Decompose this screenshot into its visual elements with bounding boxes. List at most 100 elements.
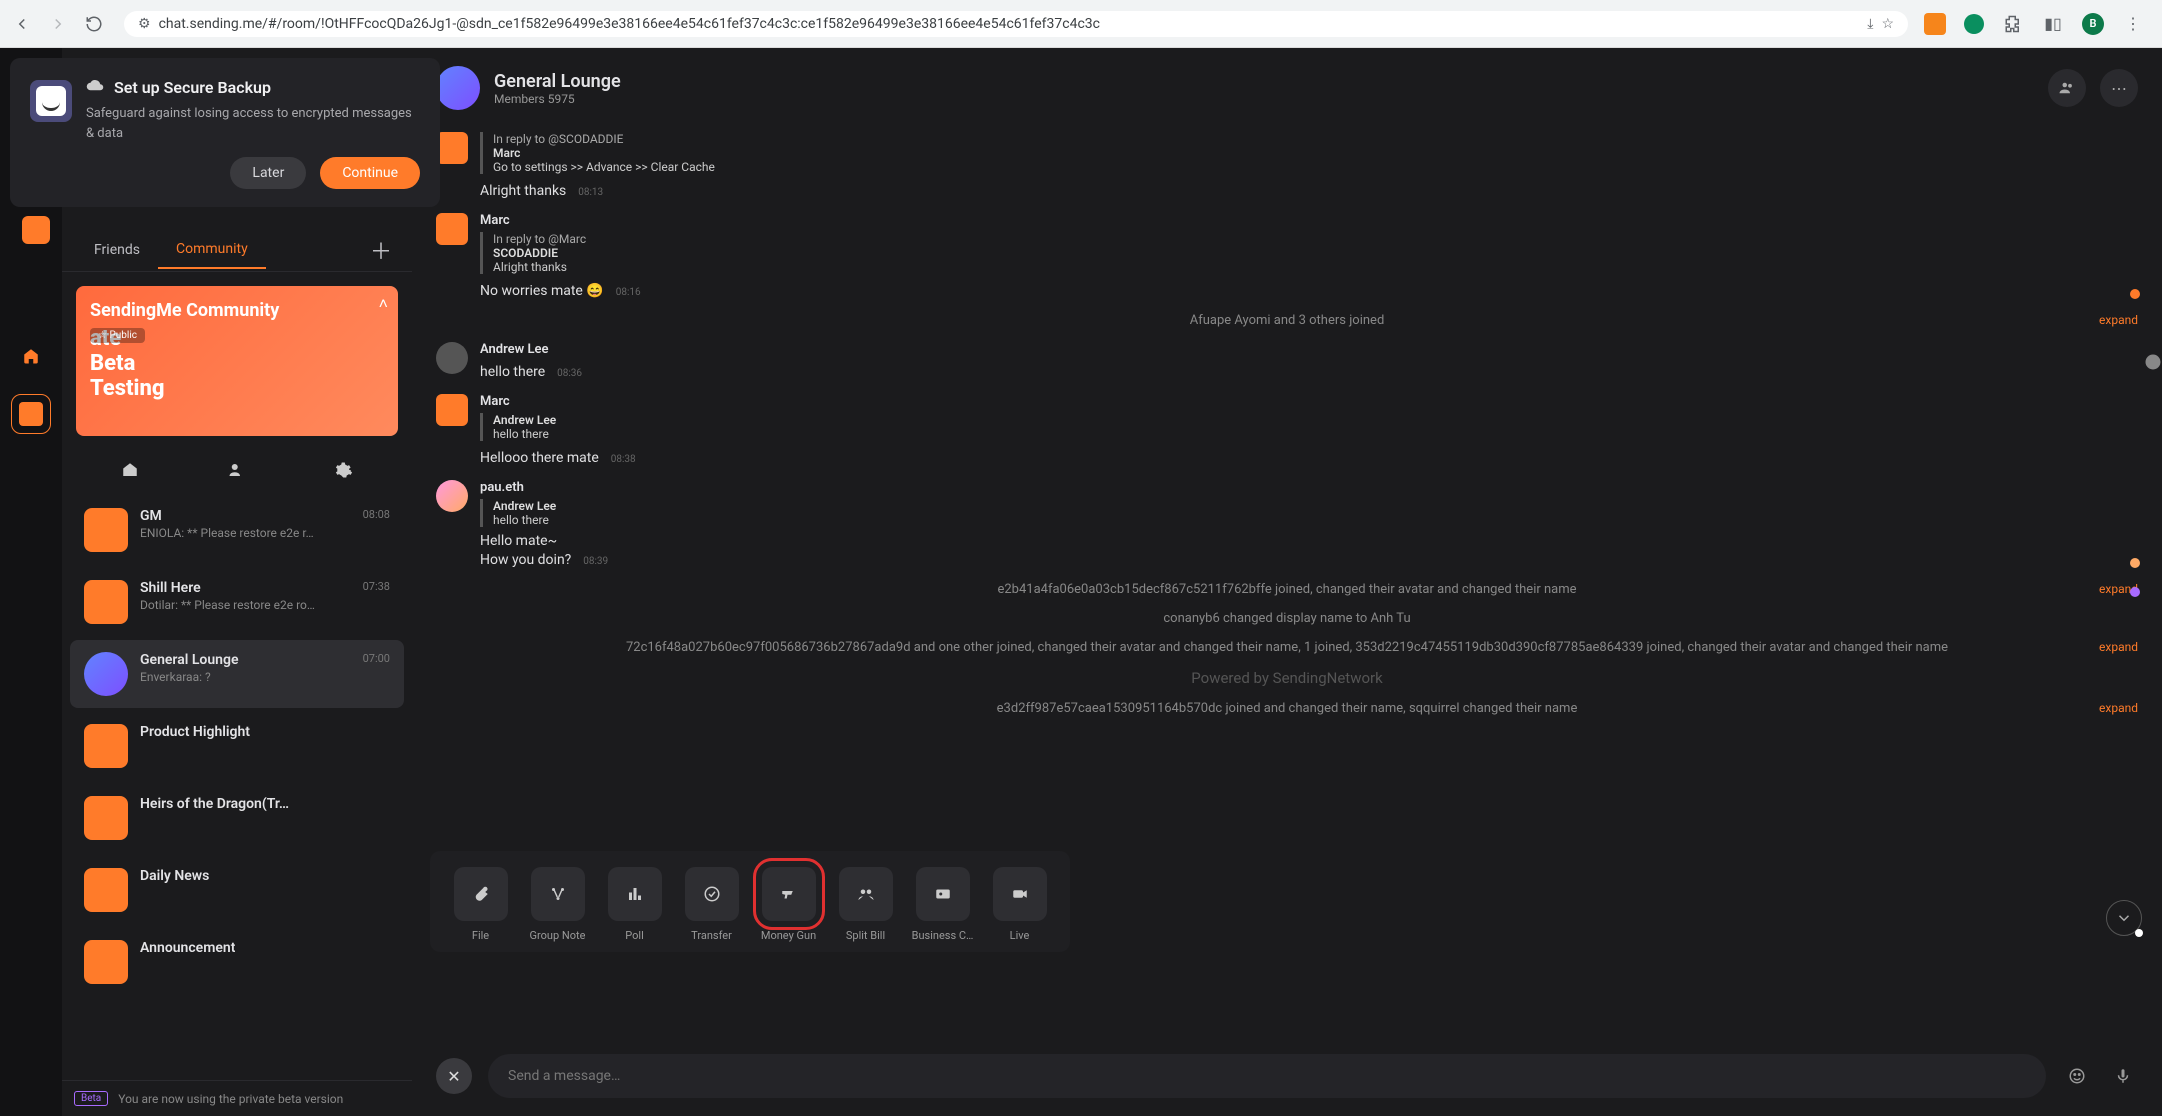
- event-marker-icon: [2130, 558, 2140, 568]
- room-daily-news[interactable]: Daily News: [70, 856, 404, 924]
- message-input[interactable]: Send a message…: [488, 1054, 2046, 1098]
- attach-transfer[interactable]: Transfer: [673, 867, 750, 942]
- modal-avatar: [30, 80, 72, 122]
- voice-button[interactable]: [2108, 1061, 2138, 1091]
- rail-community-icon[interactable]: [11, 394, 51, 434]
- banner-settings-icon[interactable]: [332, 458, 356, 482]
- room-heirs-of-dragon[interactable]: Heirs of the Dragon(Tr…: [70, 784, 404, 852]
- add-community-button[interactable]: ＋: [370, 234, 398, 266]
- room-general-lounge[interactable]: General Lounge07:00 Enverkaraa: ?: [70, 640, 404, 708]
- split-bill-icon: [839, 867, 893, 921]
- attachment-panel: File Group Note Poll Transfer Money Gun: [430, 851, 1070, 952]
- metamask-extension-icon[interactable]: [1924, 13, 1946, 35]
- system-event: conanyb6 changed display name to Anh Tu: [436, 611, 2138, 626]
- room-shill-here[interactable]: Shill Here07:38 Dotilar: ** Please resto…: [70, 568, 404, 636]
- msg-avatar[interactable]: [436, 480, 468, 512]
- beta-bar: Beta You are now using the private beta …: [62, 1080, 412, 1116]
- bookmark-icon[interactable]: ☆: [1881, 16, 1894, 32]
- browser-toolbar: ⚙ chat.sending.me/#/room/!OtHFFcocQDa26J…: [0, 0, 2162, 48]
- system-event: e3d2ff987e57caea1530951164b570dc joined …: [436, 701, 2138, 716]
- room-avatar: [84, 940, 128, 984]
- business-card-icon: [916, 867, 970, 921]
- more-button[interactable]: ⋯: [2100, 69, 2138, 107]
- room-avatar: [84, 580, 128, 624]
- room-avatar: [84, 652, 128, 696]
- expand-button[interactable]: expand: [2099, 313, 2138, 327]
- room-avatar: [84, 724, 128, 768]
- reload-button[interactable]: [80, 10, 108, 38]
- emoji-button[interactable]: [2062, 1061, 2092, 1091]
- attach-file[interactable]: File: [442, 867, 519, 942]
- sidebar-tabs: Friends Community ＋: [62, 228, 412, 272]
- room-list[interactable]: GM08:08 ENIOLA: ** Please restore e2e r……: [62, 492, 412, 1080]
- tab-friends[interactable]: Friends: [76, 232, 158, 268]
- room-avatar: [84, 508, 128, 552]
- sidebar: Friends Community ＋ ˄ SendingMe Communit…: [62, 48, 412, 1116]
- room-gm[interactable]: GM08:08 ENIOLA: ** Please restore e2e r…: [70, 496, 404, 564]
- app-logo-icon: [22, 216, 50, 244]
- attach-group-note[interactable]: Group Note: [519, 867, 596, 942]
- browser-menu-icon[interactable]: ⋮: [2122, 13, 2144, 35]
- room-avatar: [84, 796, 128, 840]
- system-event: e2b41a4fa06e0a03cb15decf867c5211f762bffe…: [436, 582, 2138, 597]
- cloud-icon: [86, 76, 104, 98]
- system-event: Afuape Ayomi and 3 others joined expand: [436, 313, 2138, 328]
- poll-icon: [608, 867, 662, 921]
- msg-avatar[interactable]: [436, 213, 468, 245]
- url-bar[interactable]: ⚙ chat.sending.me/#/room/!OtHFFcocQDa26J…: [124, 11, 1908, 37]
- modal-text: Safeguard against losing access to encry…: [86, 104, 420, 143]
- attach-split-bill[interactable]: Split Bill: [827, 867, 904, 942]
- expand-button[interactable]: expand: [2099, 701, 2138, 715]
- later-button[interactable]: Later: [230, 157, 306, 189]
- attach-business-card[interactable]: Business C…: [904, 867, 981, 942]
- banner-home-icon[interactable]: [118, 458, 142, 482]
- close-attachment-button[interactable]: ✕: [436, 1058, 472, 1094]
- event-marker-icon: [2130, 289, 2140, 299]
- grammarly-extension-icon[interactable]: [1964, 14, 1984, 34]
- beta-badge: Beta: [74, 1091, 108, 1106]
- chat-messages[interactable]: In reply to @SCODADDIE Marc Go to settin…: [412, 128, 2162, 1036]
- community-banner[interactable]: ˄ SendingMe Community ☆ Public ate Beta …: [76, 286, 398, 436]
- file-icon: [454, 867, 508, 921]
- scroll-to-bottom-button[interactable]: [2106, 900, 2142, 936]
- msg-avatar[interactable]: [436, 342, 468, 374]
- site-info-icon[interactable]: ⚙: [138, 16, 151, 32]
- chat-header: General Lounge Members 5975 ⋯: [412, 48, 2162, 128]
- beta-text: You are now using the private beta versi…: [118, 1092, 343, 1106]
- powered-by-text: Powered by SendingNetwork: [436, 669, 2138, 687]
- expand-button[interactable]: expand: [2099, 640, 2138, 654]
- live-icon: [993, 867, 1047, 921]
- event-marker-icon: [2130, 587, 2140, 597]
- room-announcement[interactable]: Announcement: [70, 928, 404, 996]
- url-text: chat.sending.me/#/room/!OtHFFcocQDa26Jg1…: [159, 16, 1100, 32]
- tab-community[interactable]: Community: [158, 231, 266, 269]
- attach-poll[interactable]: Poll: [596, 867, 673, 942]
- money-gun-icon: [762, 867, 816, 921]
- sidepanel-icon[interactable]: ▮▯: [2042, 13, 2064, 35]
- back-button[interactable]: [8, 10, 36, 38]
- members-button[interactable]: [2048, 69, 2086, 107]
- left-rail: [0, 48, 62, 1116]
- continue-button[interactable]: Continue: [320, 157, 420, 189]
- forward-button[interactable]: [44, 10, 72, 38]
- extensions-icon[interactable]: [2002, 13, 2024, 35]
- compose-bar: ✕ Send a message…: [412, 1036, 2162, 1116]
- attach-live[interactable]: Live: [981, 867, 1058, 942]
- room-header-avatar[interactable]: [436, 66, 480, 110]
- group-note-icon: [531, 867, 585, 921]
- banner-collapse-icon[interactable]: ˄: [379, 294, 388, 314]
- room-members-count: Members 5975: [494, 92, 621, 106]
- system-event: 72c16f48a027b60ec97f005686736b27867ada9d…: [436, 640, 2138, 655]
- msg-avatar[interactable]: [436, 132, 468, 164]
- rail-home-icon[interactable]: [11, 336, 51, 376]
- browser-profile-icon[interactable]: B: [2082, 13, 2104, 35]
- msg-avatar[interactable]: [436, 394, 468, 426]
- install-app-icon[interactable]: ⤓: [1867, 16, 1873, 32]
- secure-backup-modal: Set up Secure Backup Safeguard against l…: [10, 58, 440, 207]
- attach-money-gun[interactable]: Money Gun: [750, 867, 827, 942]
- banner-invite-icon[interactable]: [225, 458, 249, 482]
- unread-dot-icon: [2135, 929, 2143, 937]
- room-product-highlight[interactable]: Product Highlight: [70, 712, 404, 780]
- main-chat: General Lounge Members 5975 ⋯ In reply t…: [412, 48, 2162, 1116]
- banner-title: SendingMe Community: [90, 300, 384, 322]
